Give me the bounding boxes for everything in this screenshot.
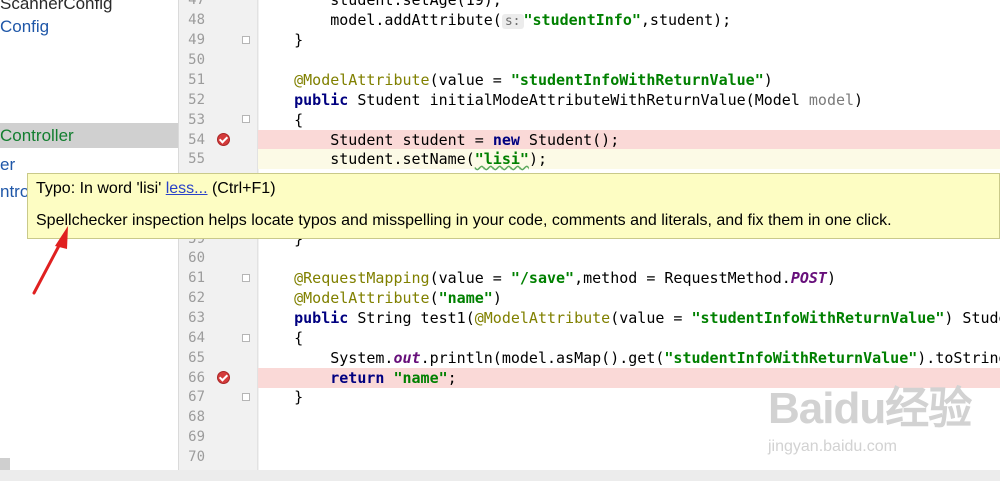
fold-marker-icon[interactable] xyxy=(242,115,250,123)
project-sidebar: ScannerConfig Config Controller er ntro xyxy=(0,0,178,481)
sidebar-item-ntro[interactable]: ntro xyxy=(0,179,29,204)
line-number: 67 xyxy=(188,389,205,405)
sidebar-item-er[interactable]: er xyxy=(0,152,15,177)
watermark-url: jingyan.baidu.com xyxy=(768,438,897,455)
horizontal-scrollbar[interactable] xyxy=(0,470,1000,481)
tooltip-header: Typo: In word 'lisi' less... (Ctrl+F1) xyxy=(36,180,276,198)
line-number: 47 xyxy=(188,0,205,8)
line-number: 51 xyxy=(188,72,205,88)
baidu-watermark: Baidu经验 jingyan.baidu.com xyxy=(768,372,998,472)
code-line-52: public Student initialModeAttributeWithR… xyxy=(294,91,864,109)
parameter-hint: s: xyxy=(501,14,524,29)
line-number: 61 xyxy=(188,270,205,286)
typo-highlight: "lisi" xyxy=(474,150,529,168)
line-number: 50 xyxy=(188,52,205,68)
inspection-tooltip: Typo: In word 'lisi' less... (Ctrl+F1) S… xyxy=(27,173,1000,239)
code-line-64: { xyxy=(258,329,304,347)
line-number: 62 xyxy=(188,290,205,306)
code-line-54: Student student = new Student(); xyxy=(258,130,1000,150)
line-number: 64 xyxy=(188,330,205,346)
sidebar-scroll-thumb[interactable] xyxy=(0,458,10,470)
breakpoint-icon[interactable] xyxy=(217,371,230,384)
code-line-63: public String test1(@ModelAttribute(valu… xyxy=(294,309,1000,327)
code-line-49: } xyxy=(258,31,304,49)
line-number: 54 xyxy=(188,132,205,148)
code-line-53: { xyxy=(258,111,304,129)
tooltip-title: Typo: In word 'lisi' xyxy=(36,180,162,197)
line-number: 49 xyxy=(188,32,205,48)
sidebar-item-controller[interactable]: Controller xyxy=(0,123,178,148)
breakpoint-icon[interactable] xyxy=(217,133,230,146)
code-line-61: @RequestMapping(value = "/save",method =… xyxy=(294,269,836,287)
code-line-55: student.setName("lisi"); xyxy=(258,149,1000,169)
tooltip-less-link[interactable]: less... xyxy=(166,180,208,197)
line-number: 68 xyxy=(188,409,205,425)
fold-marker-icon[interactable] xyxy=(242,36,250,44)
fold-marker-icon[interactable] xyxy=(242,334,250,342)
code-line-62: @ModelAttribute("name") xyxy=(294,289,502,307)
code-line-48: model.addAttribute(s: "studentInfo",stude… xyxy=(330,11,732,29)
line-number: 65 xyxy=(188,350,205,366)
line-number: 52 xyxy=(188,92,205,108)
line-number: 66 xyxy=(188,370,205,386)
code-line-51: @ModelAttribute(value = "studentInfoWith… xyxy=(294,71,773,89)
fold-marker-icon[interactable] xyxy=(242,274,250,282)
code-line-65: System.out.println(model.asMap().get("st… xyxy=(330,349,1000,367)
sidebar-item-config[interactable]: Config xyxy=(0,14,49,39)
line-number: 69 xyxy=(188,429,205,445)
editor-gutter: 47 48 49 50 51 52 53 54 55 59 60 61 62 6… xyxy=(178,0,275,481)
tooltip-description: Spellchecker inspection helps locate typ… xyxy=(36,212,892,229)
line-number: 63 xyxy=(188,310,205,326)
tooltip-shortcut: (Ctrl+F1) xyxy=(211,180,276,197)
line-number: 53 xyxy=(188,112,205,128)
fold-marker-icon[interactable] xyxy=(242,393,250,401)
line-number: 70 xyxy=(188,449,205,465)
code-line-47: student.setAge(19); xyxy=(330,0,502,9)
line-number: 55 xyxy=(188,151,205,167)
line-number: 48 xyxy=(188,12,205,28)
line-number: 60 xyxy=(188,250,205,266)
watermark-logo: Baidu经验 xyxy=(768,384,972,433)
